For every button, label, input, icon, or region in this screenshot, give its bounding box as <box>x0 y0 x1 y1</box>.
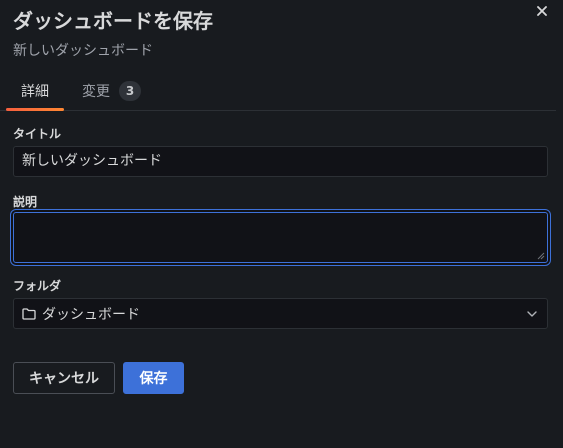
close-button[interactable] <box>533 2 551 20</box>
tab-changes-label: 変更 <box>82 84 110 100</box>
folder-select-value: ダッシュボード <box>42 306 140 323</box>
cancel-button[interactable]: キャンセル <box>13 362 115 394</box>
tab-details-label: 詳細 <box>21 84 49 100</box>
title-field-label: タイトル <box>13 127 62 141</box>
description-textarea[interactable] <box>13 212 548 263</box>
tab-details[interactable]: 詳細 <box>6 72 64 111</box>
title-input[interactable]: 新しいダッシュボード <box>13 146 548 177</box>
active-tab-indicator <box>6 108 64 111</box>
modal-subtitle: 新しいダッシュボード <box>13 43 153 59</box>
modal-title: ダッシュボードを保存 <box>13 9 213 33</box>
save-button[interactable]: 保存 <box>123 362 184 394</box>
description-field-label: 説明 <box>13 195 38 209</box>
save-dashboard-modal: ダッシュボードを保存 新しいダッシュボード 詳細 変更 3 タイトル 新しいダッ… <box>0 0 563 448</box>
tab-changes[interactable]: 変更 3 <box>82 72 141 110</box>
chevron-down-icon <box>527 310 537 317</box>
close-icon <box>537 6 547 16</box>
folder-icon <box>22 307 36 320</box>
folder-field-label: フォルダ <box>13 279 62 293</box>
tab-bar: 詳細 変更 3 <box>0 72 556 111</box>
resize-handle-icon[interactable] <box>537 252 545 260</box>
folder-select[interactable]: ダッシュボード <box>13 298 548 329</box>
changes-count-badge: 3 <box>119 81 141 101</box>
